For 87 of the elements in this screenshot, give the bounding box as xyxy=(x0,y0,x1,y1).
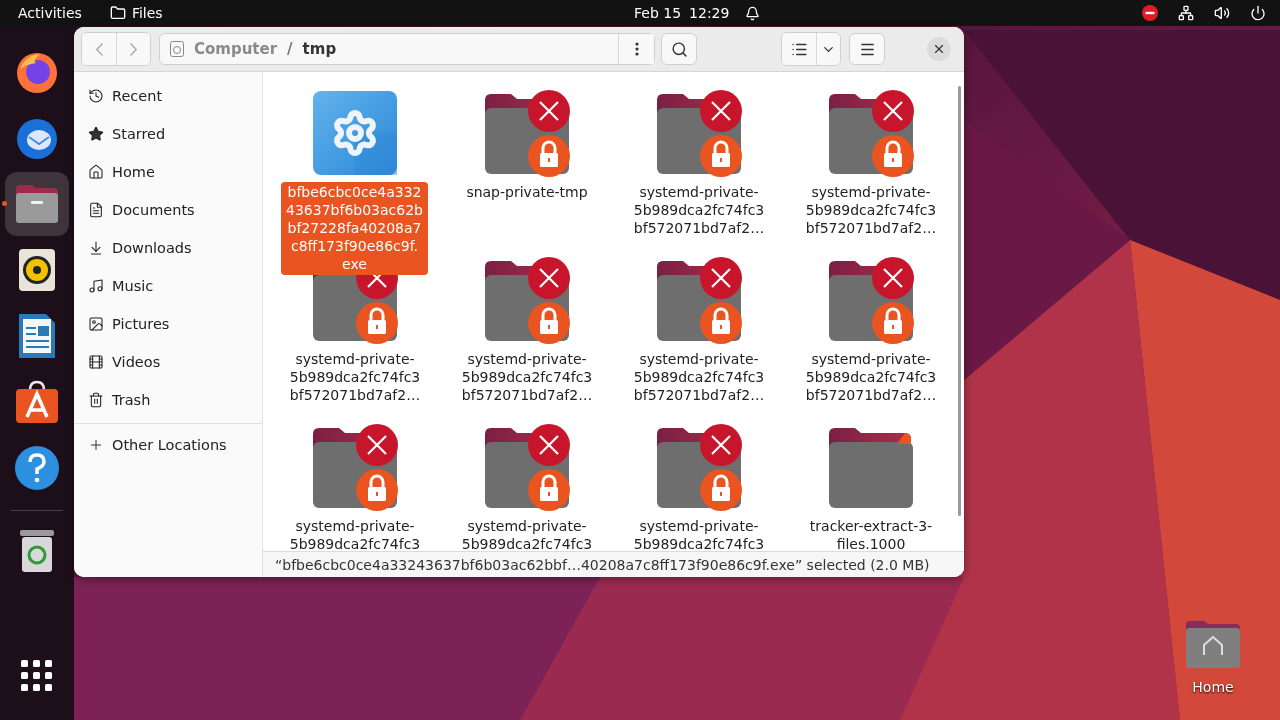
sidebar-label: Videos xyxy=(112,354,161,370)
time: 12:29 xyxy=(689,5,730,21)
sidebar-item[interactable]: Pictures xyxy=(74,305,262,343)
file-name[interactable]: systemd-private- 5b989dca2fc74fc3 bf572071bd7af2… xyxy=(621,183,777,237)
drive-icon xyxy=(170,41,184,57)
folder-icon xyxy=(109,5,126,21)
shopping-bag-icon[interactable] xyxy=(14,380,60,424)
locked-folder-icon xyxy=(311,424,399,512)
menu-button[interactable] xyxy=(849,33,885,65)
path-separator: / xyxy=(287,40,293,58)
home-icon xyxy=(88,164,104,180)
sidebar-label: Other Locations xyxy=(112,437,227,453)
app-grid-icon[interactable] xyxy=(21,660,53,692)
sidebar-label: Trash xyxy=(112,392,151,408)
files-icon[interactable] xyxy=(14,183,60,225)
file-name[interactable]: systemd-private- 5b989dca2fc74fc3 bf572071bd7af2… xyxy=(449,350,605,404)
home-folder-icon[interactable] xyxy=(1184,619,1242,669)
sidebar-item[interactable]: Recent xyxy=(74,77,262,115)
locked-folder-icon xyxy=(483,90,571,178)
locked-folder-icon xyxy=(655,257,743,345)
blocked-icon[interactable] xyxy=(1142,5,1158,21)
close-button[interactable] xyxy=(927,37,951,61)
sidebar-label: Pictures xyxy=(112,316,170,332)
film-icon xyxy=(88,354,104,370)
file-name[interactable]: systemd-private- 5b989dca2fc74fc3 xyxy=(621,517,777,553)
image-icon xyxy=(88,316,104,332)
locked-folder-icon xyxy=(655,424,743,512)
file-name[interactable]: tracker-extract-3- files.1000 xyxy=(793,517,949,553)
locked-folder-icon xyxy=(483,424,571,512)
vertical-dots-icon xyxy=(634,42,639,56)
file-name[interactable]: systemd-private- 5b989dca2fc74fc3 bf572071bd7af2… xyxy=(621,350,777,404)
path-segment[interactable]: tmp xyxy=(302,40,337,58)
speaker-icon[interactable] xyxy=(18,248,56,292)
sidebar-item[interactable]: Home xyxy=(74,153,262,191)
file-name[interactable]: systemd-private- 5b989dca2fc74fc3 bf572071bd7af2… xyxy=(793,183,949,237)
sidebar-label: Starred xyxy=(112,126,166,142)
sidebar-item[interactable]: Starred xyxy=(74,115,262,153)
dock-highlight[interactable] xyxy=(5,172,69,236)
executable-icon xyxy=(312,90,398,176)
volume-icon[interactable] xyxy=(1214,5,1230,21)
star-icon xyxy=(88,126,104,142)
document-icon[interactable] xyxy=(18,313,56,359)
clock-icon xyxy=(88,88,104,104)
network-icon[interactable] xyxy=(1178,5,1194,21)
sidebar-item[interactable]: Other Locations xyxy=(74,426,262,464)
search-button[interactable] xyxy=(661,33,697,65)
forward-icon xyxy=(130,42,137,56)
sidebar-item[interactable]: Downloads xyxy=(74,229,262,267)
back-icon xyxy=(95,42,103,56)
sidebar-label: Downloads xyxy=(112,240,192,256)
sidebar-label: Home xyxy=(112,164,155,180)
trash-icon[interactable] xyxy=(18,529,56,573)
bell-icon xyxy=(745,5,761,21)
locked-folder-icon xyxy=(483,257,571,345)
document-icon xyxy=(88,202,104,218)
help-icon[interactable] xyxy=(14,445,60,491)
running-indicator xyxy=(2,201,7,206)
selection-status: “bfbe6cbc0ce4a33243637bf6b03ac62bbf…40208a7c8ff173f90e86c9f.exe” selected (2.0 MB) xyxy=(275,556,930,573)
locked-folder-icon xyxy=(827,90,915,178)
date: Feb 15 xyxy=(634,5,682,21)
file-name[interactable]: systemd-private- 5b989dca2fc74fc3 bf572071bd7af2… xyxy=(277,350,433,404)
app-menu[interactable]: Files xyxy=(99,0,173,26)
sidebar-label: Recent xyxy=(112,88,163,104)
file-name[interactable]: systemd-private- 5b989dca2fc74fc3 xyxy=(449,517,605,553)
file-name[interactable]: snap-private-tmp xyxy=(449,183,605,201)
power-icon[interactable] xyxy=(1250,5,1266,21)
sidebar-item[interactable]: Trash xyxy=(74,381,262,419)
close-icon xyxy=(932,42,946,56)
desktop-icon-label: Home xyxy=(1192,679,1234,695)
locked-folder-icon xyxy=(827,257,915,345)
file-name[interactable]: systemd-private- 5b989dca2fc74fc3 xyxy=(277,517,433,553)
activities-button[interactable]: Activities xyxy=(0,0,92,26)
clock[interactable]: Feb 15 12:29 xyxy=(634,0,761,26)
file-name[interactable]: systemd-private- 5b989dca2fc74fc3 bf572071bd7af2… xyxy=(793,350,949,404)
plus-icon xyxy=(88,437,104,453)
sidebar-item[interactable]: Music xyxy=(74,267,262,305)
sidebar-label: Music xyxy=(112,278,154,294)
sidebar-label: Documents xyxy=(112,202,195,218)
download-icon xyxy=(88,240,104,256)
sidebar-item[interactable]: Documents xyxy=(74,191,262,229)
file-name[interactable]: bfbe6cbc0ce4a332 43637bf6b03ac62b bf27228fa40208a7 c8ff173f90e86c9f. exe xyxy=(281,182,428,275)
music-note-icon xyxy=(88,278,104,294)
search-icon xyxy=(670,40,688,58)
trash-icon xyxy=(88,392,104,408)
sidebar-item[interactable]: Videos xyxy=(74,343,262,381)
locked-folder-icon xyxy=(655,90,743,178)
scrollbar[interactable] xyxy=(958,86,961,516)
